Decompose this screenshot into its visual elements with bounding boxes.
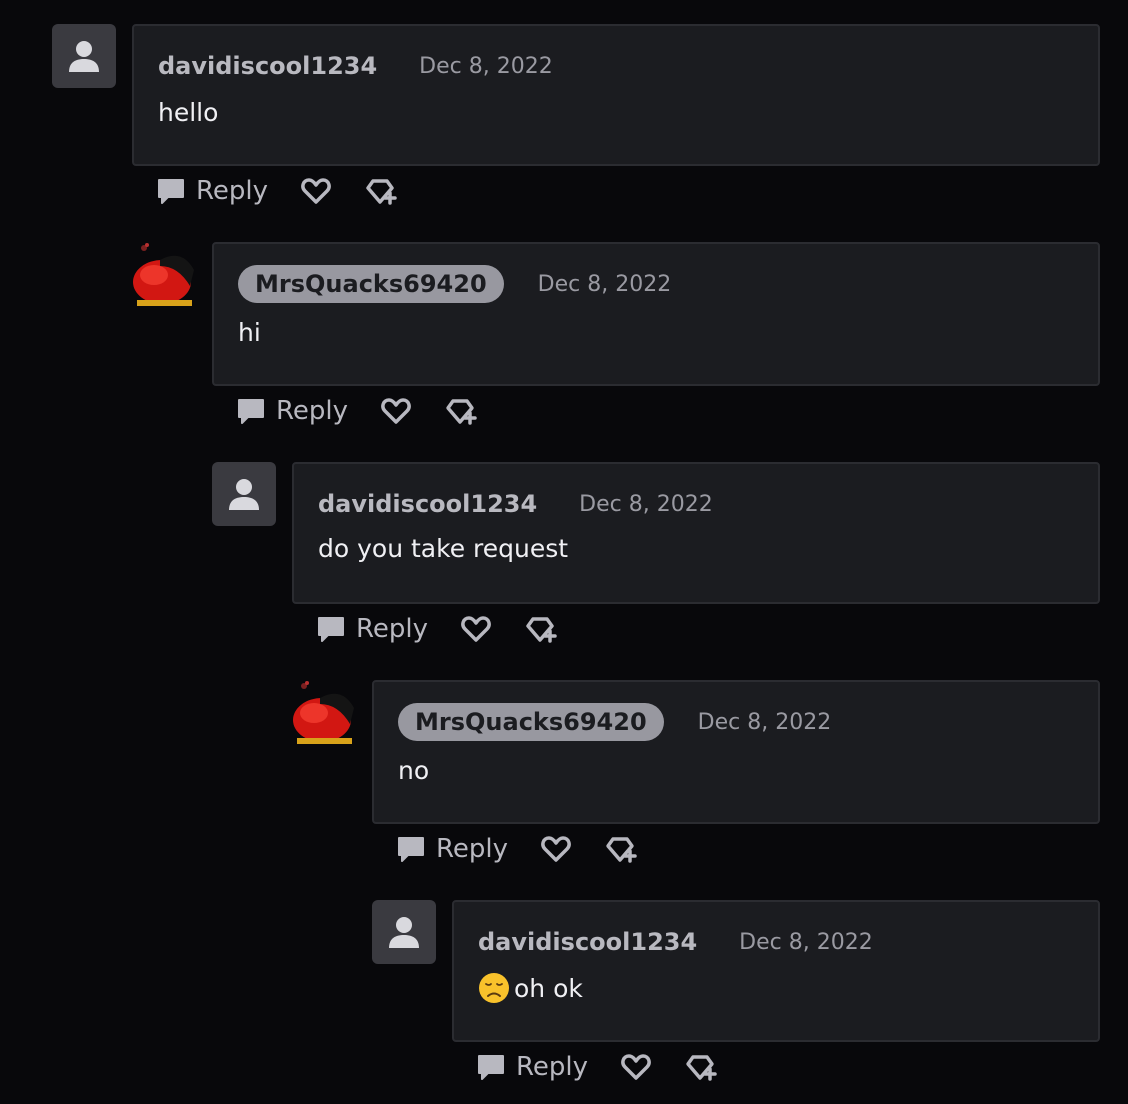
reply-button[interactable]: Reply xyxy=(396,834,508,864)
heart-icon xyxy=(541,836,571,862)
like-button[interactable] xyxy=(300,176,332,206)
gift-button[interactable] xyxy=(364,176,398,206)
comment-date: Dec 8, 2022 xyxy=(579,491,713,517)
speech-bubble-icon xyxy=(238,399,264,424)
user-icon xyxy=(389,917,419,948)
reply-label: Reply xyxy=(516,1052,589,1082)
username[interactable]: davidiscool1234 xyxy=(158,52,377,80)
user-icon xyxy=(69,41,99,72)
gem-plus-icon xyxy=(446,399,477,425)
comment-text: do you take request xyxy=(318,534,569,563)
heart-icon xyxy=(301,178,331,204)
heart-icon xyxy=(381,398,411,424)
gem-plus-icon xyxy=(686,1055,717,1081)
comment-date: Dec 8, 2022 xyxy=(419,53,553,79)
comment-text: no xyxy=(398,756,430,785)
reply-button[interactable]: Reply xyxy=(316,614,428,644)
gem-plus-icon xyxy=(366,179,397,205)
avatar[interactable] xyxy=(132,242,196,306)
gem-plus-icon xyxy=(606,837,637,863)
reply-label: Reply xyxy=(356,614,429,644)
comment-bubble: MrsQuacks69420 Dec 8, 2022 no xyxy=(372,680,1100,824)
username[interactable]: davidiscool1234 xyxy=(478,928,697,956)
speech-bubble-icon xyxy=(158,179,184,204)
like-button[interactable] xyxy=(380,396,412,426)
comment-text-content: oh ok xyxy=(514,973,583,1003)
reply-button[interactable]: Reply xyxy=(156,176,268,206)
gift-button[interactable] xyxy=(604,834,638,864)
comment-date: Dec 8, 2022 xyxy=(739,929,873,955)
reply-label: Reply xyxy=(196,176,269,206)
comment-bubble: davidiscool1234 Dec 8, 2022 do you take … xyxy=(292,462,1100,604)
red-avatar-icon xyxy=(293,681,354,744)
avatar[interactable] xyxy=(212,462,276,526)
reply-button[interactable]: Reply xyxy=(236,396,348,426)
username[interactable]: MrsQuacks69420 xyxy=(238,265,504,303)
avatar[interactable] xyxy=(372,900,436,964)
user-icon xyxy=(229,479,259,510)
comment-actions: Reply xyxy=(396,834,638,864)
reply-label: Reply xyxy=(436,834,509,864)
red-avatar-icon xyxy=(133,243,194,306)
comment-date: Dec 8, 2022 xyxy=(537,271,672,297)
username[interactable]: MrsQuacks69420 xyxy=(398,703,664,741)
avatar[interactable] xyxy=(292,680,356,744)
comment-actions: Reply xyxy=(156,176,398,206)
like-button[interactable] xyxy=(460,614,492,644)
avatar[interactable] xyxy=(52,24,116,88)
comment-text: hello xyxy=(158,98,219,127)
comment-bubble: MrsQuacks69420 Dec 8, 2022 hi xyxy=(212,242,1100,386)
disappointed-face-icon xyxy=(479,973,509,1003)
speech-bubble-icon xyxy=(478,1055,504,1080)
comment-bubble: davidiscool1234 Dec 8, 2022 hello xyxy=(132,24,1100,166)
comment-actions: Reply xyxy=(476,1052,718,1082)
gem-plus-icon xyxy=(526,617,557,643)
speech-bubble-icon xyxy=(318,617,344,642)
gift-button[interactable] xyxy=(444,396,478,426)
gift-button[interactable] xyxy=(524,614,558,644)
username[interactable]: davidiscool1234 xyxy=(318,490,537,518)
comment-date: Dec 8, 2022 xyxy=(697,709,832,735)
heart-icon xyxy=(461,616,491,642)
reply-button[interactable]: Reply xyxy=(476,1052,588,1082)
comment-bubble: davidiscool1234 Dec 8, 2022 oh ok xyxy=(452,900,1100,1042)
like-button[interactable] xyxy=(620,1052,652,1082)
comment-actions: Reply xyxy=(316,614,558,644)
comment-text: hi xyxy=(238,318,261,347)
like-button[interactable] xyxy=(540,834,572,864)
comment-text: oh ok xyxy=(478,972,583,1004)
gift-button[interactable] xyxy=(684,1052,718,1082)
reply-label: Reply xyxy=(276,396,349,426)
comment-actions: Reply xyxy=(236,396,478,426)
speech-bubble-icon xyxy=(398,837,424,862)
heart-icon xyxy=(621,1054,651,1080)
